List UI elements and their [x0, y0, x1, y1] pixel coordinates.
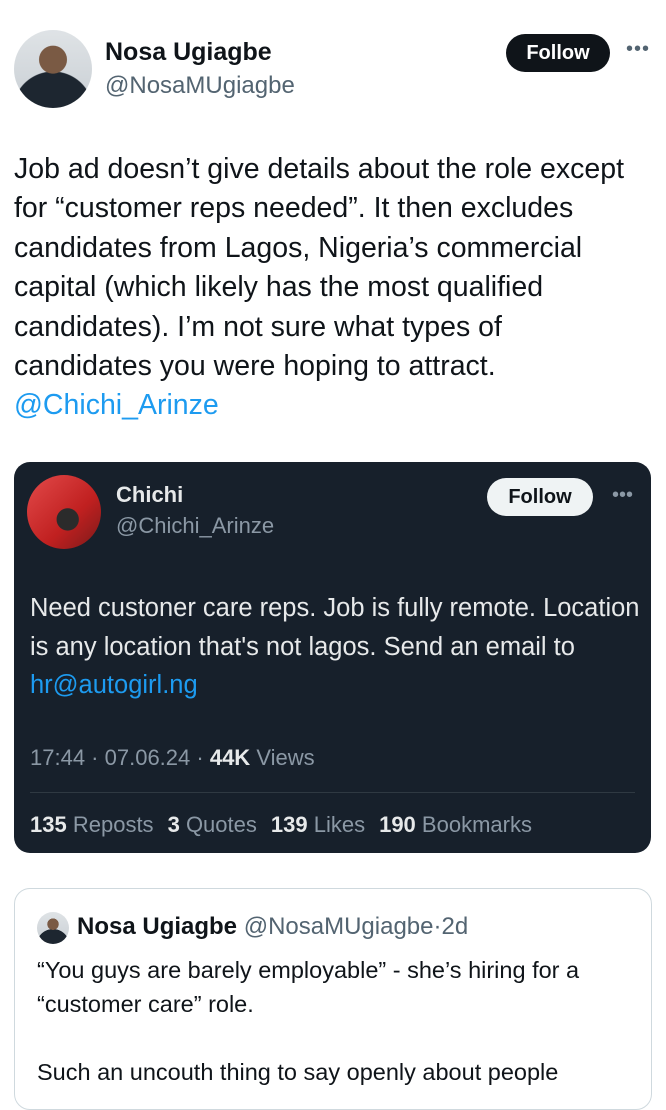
bookmarks-label: Bookmarks [421, 812, 532, 837]
tweet-text: Job ad doesn’t give details about the ro… [14, 153, 624, 383]
divider [30, 792, 635, 793]
quoted-avatar[interactable] [27, 475, 101, 549]
likes-stat[interactable]: 139 Likes [271, 812, 365, 838]
quotes-label: Quotes [185, 812, 257, 837]
nested-avatar[interactable] [37, 912, 69, 944]
mention-link[interactable]: @Chichi_Arinze [14, 389, 219, 421]
tweet-body: Job ad doesn’t give details about the ro… [14, 150, 644, 426]
likes-count: 139 [270, 812, 308, 837]
quoted-follow-button[interactable]: Follow [487, 478, 593, 516]
reposts-stat[interactable]: 135 Reposts [30, 812, 154, 838]
tweet-header: Nosa Ugiagbe @NosaMUgiagbe Follow ••• [14, 30, 652, 110]
quoted-author-name[interactable]: Chichi [116, 482, 183, 508]
quoted-text: Need custoner care reps. Job is fully re… [30, 594, 640, 661]
views-count: 44K [209, 745, 251, 770]
bookmarks-stat[interactable]: 190 Bookmarks [379, 812, 532, 838]
views-label: Views [256, 745, 315, 770]
email-link[interactable]: hr@autogirl.ng [30, 671, 198, 699]
bookmarks-count: 190 [379, 812, 416, 837]
reposts-label: Reposts [72, 812, 154, 837]
reposts-count: 135 [30, 812, 67, 837]
nested-quote-header: Nosa Ugiagbe @NosaMUgiagbe·2d [77, 913, 468, 941]
likes-label: Likes [313, 812, 366, 837]
quotes-count: 3 [167, 812, 180, 837]
engagement-stats: 135 Reposts 3 Quotes 139 Likes 190 Bookm… [30, 812, 532, 838]
nested-author-handle[interactable]: @NosaMUgiagbe [244, 913, 434, 940]
tweet-date[interactable]: 07.06.24 [105, 745, 191, 770]
tweet-time[interactable]: 17:44 [30, 745, 85, 770]
nested-quote-text: “You guys are barely employable” - she’s… [37, 957, 580, 1085]
quotes-stat[interactable]: 3 Quotes [168, 812, 257, 838]
quoted-tweet-card[interactable]: Chichi @Chichi_Arinze Follow ••• Need cu… [14, 462, 651, 853]
quoted-tweet-text: Need custoner care reps. Job is fully re… [30, 589, 640, 705]
nested-quote-card[interactable]: Nosa Ugiagbe @NosaMUgiagbe·2d “You guys … [14, 888, 652, 1110]
separator-dot: · [433, 913, 442, 940]
author-handle[interactable]: @NosaMUgiagbe [105, 72, 295, 100]
nested-age: 2d [441, 913, 469, 940]
tweet-meta: 17:44 · 07.06.24 · 44K Views [30, 745, 315, 770]
quoted-author-handle[interactable]: @Chichi_Arinze [116, 513, 274, 539]
author-name[interactable]: Nosa Ugiagbe [105, 38, 272, 67]
avatar[interactable] [14, 30, 92, 108]
nested-author-name[interactable]: Nosa Ugiagbe [77, 913, 237, 940]
follow-button[interactable]: Follow [506, 34, 610, 72]
more-horizontal-icon[interactable]: ••• [626, 38, 650, 61]
more-horizontal-icon[interactable]: ••• [612, 484, 633, 507]
